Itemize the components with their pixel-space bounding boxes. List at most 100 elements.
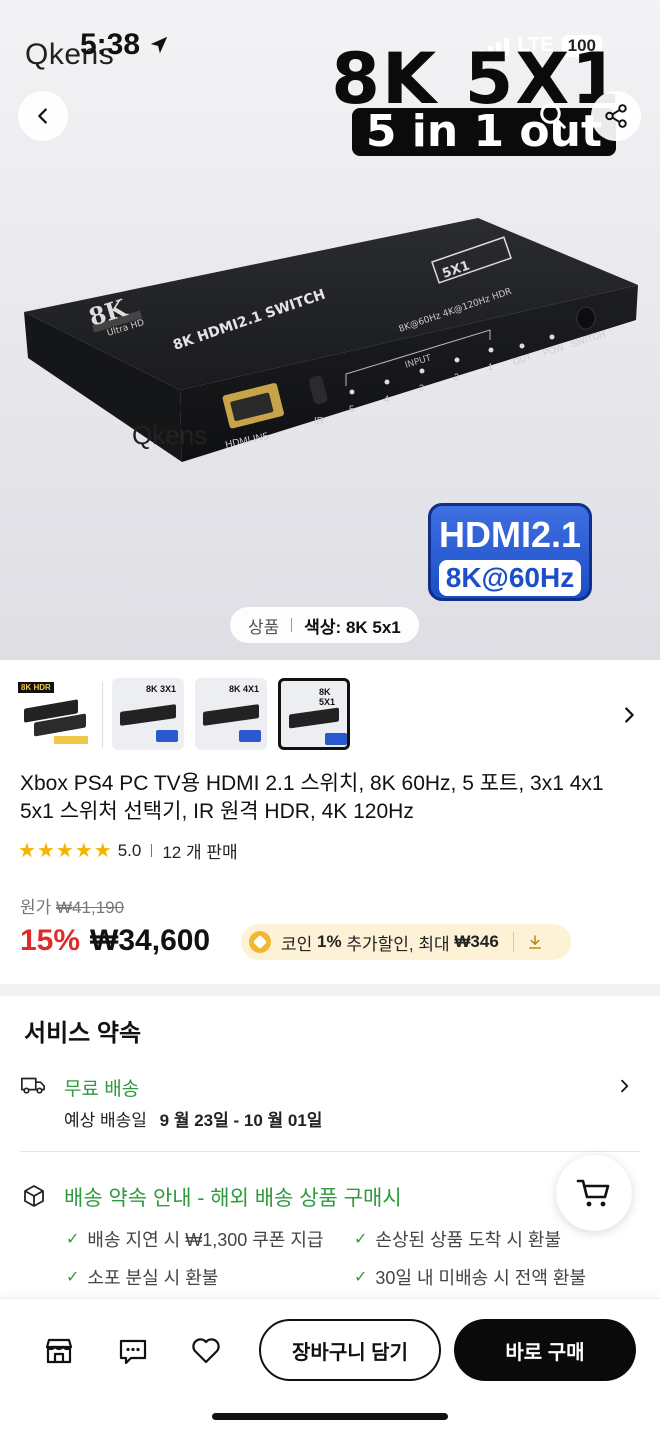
thumbnail-device-graphic [203, 704, 259, 726]
price-row: 15% ₩34,600 [20, 924, 210, 958]
thumbnail-badge [239, 730, 261, 742]
star-icon: ★ [93, 839, 112, 862]
star-rating: ★ ★ ★ ★ ★ [18, 841, 112, 861]
delivery-estimate-value: 9 월 23일 - 10 월 01일 [159, 1111, 323, 1130]
device-port-5: 5 [349, 404, 354, 414]
share-button[interactable] [591, 91, 641, 141]
device-port-2: 2 [454, 372, 459, 382]
variant-value: 색상: 8K 5x1 [304, 617, 401, 637]
product-page: Qkens 5:38 LTE 100 8K 5X1 5 in 1 out 8K … [0, 0, 660, 1431]
chat-icon[interactable] [117, 1335, 149, 1367]
product-image-gallery[interactable]: Qkens 5:38 LTE 100 8K 5X1 5 in 1 out 8K … [0, 0, 660, 660]
store-icon[interactable] [43, 1335, 75, 1367]
divider [20, 1151, 640, 1152]
device-ir-label: IR [314, 416, 324, 427]
coin-icon [249, 931, 271, 953]
free-shipping-label: 무료 배송 [64, 1079, 140, 1100]
guarantee-text: 30일 내 미배송 시 전액 환불 [375, 1268, 587, 1288]
thumbnail-tag [54, 736, 88, 744]
coin-label: 코인 [281, 934, 313, 954]
thumbnail-badge [325, 733, 347, 745]
device-port-1: 1 [488, 362, 493, 372]
cart-icon [576, 1179, 610, 1207]
package-icon [24, 1185, 44, 1207]
badge-line-2: 8K@60Hz [439, 560, 581, 596]
check-icon: ✓ [66, 1231, 80, 1248]
chevron-left-icon [38, 108, 47, 124]
star-icon: ★ [74, 839, 93, 862]
rating-value: 5.0 [117, 840, 142, 860]
product-title: Xbox PS4 PC TV용 HDMI 2.1 스위치, 8K 60Hz, 5… [20, 772, 604, 823]
star-icon: ★ [18, 839, 36, 862]
variant-indicator[interactable]: 상품 색상: 8K 5x1 [230, 607, 419, 643]
badge-line-1: HDMI2.1 [438, 514, 582, 555]
discount-percent: 15% [20, 924, 81, 957]
section-separator [0, 984, 660, 996]
guarantee-text: 배송 지연 시 ₩1,300 쿠폰 지급 [87, 1230, 324, 1250]
delivery-estimate-label: 예상 배송일 [64, 1111, 147, 1130]
thumbnail-label: 8K 5X1 [319, 687, 336, 707]
add-to-cart-button[interactable]: 장바구니 담기 [259, 1319, 441, 1381]
guarantee-text: 소포 분실 시 환불 [87, 1268, 219, 1288]
original-price: ₩41,190 [56, 898, 125, 917]
sale-price: ₩34,600 [90, 924, 211, 957]
check-icon: ✓ [66, 1269, 80, 1286]
buy-now-button[interactable]: 바로 구매 [454, 1319, 636, 1381]
search-icon [540, 103, 566, 129]
thumbnail-badge [156, 730, 178, 742]
guarantee-item: ✓ 손상된 상품 도착 시 환불 [354, 1226, 561, 1252]
coin-description: 추가할인, 최대 [346, 934, 450, 954]
share-icon [605, 104, 627, 128]
star-icon: ★ [55, 839, 74, 862]
delivery-promise-label: 배송 약속 안내 - 해외 배송 상품 구매시 [64, 1187, 402, 1210]
search-button[interactable] [528, 91, 578, 141]
chevron-right-icon [621, 1079, 629, 1093]
thumbnail-item[interactable]: 8K 4X1 [195, 678, 267, 750]
thumbnail-item[interactable]: 8K 3X1 [112, 678, 184, 750]
check-icon: ✓ [354, 1269, 368, 1286]
image-watermark: Qkens [132, 420, 208, 450]
bottom-action-bar: 장바구니 담기 바로 구매 [0, 1298, 660, 1431]
device-port-3: 3 [419, 383, 424, 393]
thumbnail-label: 8K 4X1 [229, 684, 260, 694]
chevron-right-icon[interactable] [618, 704, 640, 726]
thumbnail-divider [102, 682, 103, 748]
thumbnail-item-selected[interactable]: 8K 5X1 [278, 678, 350, 750]
truck-icon [21, 1077, 45, 1094]
guarantee-item: ✓ 소포 분실 시 환불 [66, 1264, 218, 1290]
guarantee-item: ✓ 배송 지연 시 ₩1,300 쿠폰 지급 [66, 1226, 323, 1252]
home-indicator [212, 1413, 448, 1420]
hdmi-badge: HDMI2.1 8K@60Hz [428, 503, 592, 601]
thumbnail-strip: 8K HDR 8K 3X1 8K 4X1 8K 5X1 [0, 672, 660, 758]
shipping-row[interactable]: 무료 배송 예상 배송일 9 월 23일 - 10 월 01일 [20, 1072, 640, 1134]
thumbnail-label: 8K 3X1 [146, 684, 177, 694]
floating-cart-button[interactable] [556, 1155, 632, 1231]
download-icon[interactable] [526, 933, 544, 951]
coin-divider [512, 932, 514, 952]
check-icon: ✓ [354, 1231, 368, 1248]
sold-count: 12 개 판매 [162, 843, 238, 862]
original-price-label: 원가 [20, 898, 52, 917]
thumbnail-item[interactable]: 8K HDR [18, 678, 90, 750]
coin-discount-pill[interactable]: 코인 1% 추가할인, 최대 ₩346 [241, 924, 571, 960]
thumbnail-device-graphic [289, 707, 339, 729]
coin-percent: 1% [317, 932, 342, 951]
delivery-estimate: 예상 배송일 9 월 23일 - 10 월 01일 [64, 1106, 322, 1131]
hdmi-switch-device-image: 8K Ultra HD 8K HDMI2.1 SWITCH 5X1 8K@60H… [24, 218, 638, 462]
device-port-4: 4 [384, 394, 389, 404]
rating-separator [151, 844, 153, 857]
coin-max: ₩346 [454, 932, 499, 951]
location-arrow-icon [150, 36, 168, 54]
original-price-row: 원가 ₩41,190 [20, 893, 124, 918]
status-time: 5:38 [80, 28, 141, 61]
star-icon: ★ [36, 839, 55, 862]
thumbnail-device-graphic [120, 704, 176, 726]
back-button[interactable] [18, 91, 68, 141]
variant-prefix: 상품 [248, 617, 280, 637]
heart-icon[interactable] [190, 1335, 222, 1367]
guarantee-item: ✓ 30일 내 미배송 시 전액 환불 [354, 1264, 586, 1290]
guarantee-text: 손상된 상품 도착 시 환불 [375, 1230, 562, 1250]
rating-row[interactable]: ★ ★ ★ ★ ★ 5.0 12 개 판매 [18, 838, 238, 863]
services-title: 서비스 약속 [24, 1020, 142, 1047]
variant-separator [291, 618, 293, 632]
